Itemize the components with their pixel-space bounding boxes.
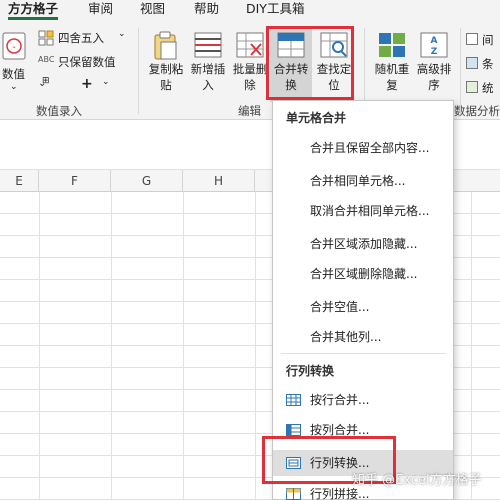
chevron-down-icon: ⌄ [10, 82, 18, 92]
menu-item-merge-by-row[interactable]: 按行合并... [273, 387, 453, 413]
random-repeat-icon [379, 33, 405, 57]
right-item-2[interactable]: 条 [466, 54, 500, 74]
column-header-h[interactable]: H [183, 170, 255, 192]
group-label-edit: 编辑 [238, 104, 261, 118]
keep-values-label: 只保留数值 [58, 55, 116, 69]
tab-help[interactable]: 帮助 [194, 0, 219, 20]
copy-paste-label-1: 复制粘 [148, 62, 184, 76]
right-item-1[interactable]: 间 [466, 30, 500, 50]
menu-item-merge-keep-all[interactable]: 合并且保留全部内容... [273, 135, 453, 161]
grid-icon [466, 57, 478, 69]
round-button[interactable]: 四舍五入 ⌄ [38, 28, 130, 48]
tab-diy-toolbox[interactable]: DIY工具箱 [246, 0, 304, 20]
row-col-join-icon [286, 488, 301, 500]
menu-item-label: 合并相同单元格... [310, 174, 406, 188]
random-repeat-label-2: 复 [386, 78, 398, 92]
menu-item-unmerge-same-cells[interactable]: 取消合并相同单元格... [273, 198, 453, 224]
copy-paste-label-2: 贴 [160, 78, 172, 92]
grid-icon [466, 81, 478, 93]
right-item-1-label: 间 [482, 33, 494, 47]
tab-fangfanggezi[interactable]: 方方格子 [8, 0, 59, 20]
keep-values-button[interactable]: ABC 只保留数值 [38, 52, 128, 72]
add-insert-label-1: 新增插 [190, 62, 226, 76]
advanced-sort-button[interactable]: A Z 高级排 序 [413, 28, 455, 102]
batch-delete-label-1: 批量删 [232, 62, 268, 76]
round-label: 四舍五入 [58, 31, 104, 45]
add-insert-button[interactable]: 新增插 入 [188, 28, 228, 102]
calc-icon: ⊞ [42, 76, 50, 86]
column-header-f[interactable]: F [39, 170, 111, 192]
chevron-down-icon: ⌄ [102, 77, 110, 87]
menu-item-merge-area-remove-hidden[interactable]: 合并区域删除隐藏... [273, 261, 453, 287]
highlight-box-ribbon [266, 26, 354, 100]
random-repeat-label-1: 随机重 [374, 62, 410, 76]
batch-delete-icon [236, 32, 264, 58]
grid-icon [466, 33, 478, 45]
menu-item-merge-area-add-hidden[interactable]: 合并区域添加隐藏... [273, 231, 453, 257]
menu-item-label: 合并区域删除隐藏... [310, 267, 418, 281]
abc-icon: ABC [38, 55, 55, 64]
menu-item-label: 取消合并相同单元格... [310, 204, 430, 218]
svg-text:A: A [431, 36, 438, 46]
column-header-g[interactable]: G [111, 170, 183, 192]
menu-item-label: 合并且保留全部内容... [310, 141, 430, 155]
tab-review[interactable]: 审阅 [88, 0, 113, 20]
plus-button[interactable]: ⌄ ⊞ + ⌄ [38, 76, 128, 96]
menu-tab-bar: 方方格子 审阅 视图 帮助 DIY工具箱 [0, 0, 500, 20]
right-item-2-label: 条 [482, 57, 494, 71]
menu-item-merge-other-columns[interactable]: 合并其他列... [273, 324, 453, 350]
chevron-down-icon: ⌄ [118, 29, 126, 39]
right-item-3[interactable]: 统 [466, 78, 500, 98]
copy-paste-button[interactable]: 复制粘 贴 [146, 28, 186, 102]
watermark-text: 知乎 @Excel方方格子 [352, 473, 482, 488]
batch-delete-label-2: 除 [244, 78, 256, 92]
menu-item-label: 合并区域添加隐藏... [310, 237, 418, 251]
batch-delete-button[interactable]: 批量删 除 [230, 28, 270, 102]
numeric-icon: - [2, 32, 26, 60]
round-icon [38, 30, 54, 46]
plus-label: + [81, 76, 93, 92]
sort-az-icon: A Z [420, 32, 448, 58]
random-repeat-button[interactable]: 随机重 复 [372, 28, 412, 102]
svg-text:-: - [12, 42, 16, 53]
advanced-sort-label-2: 序 [428, 78, 440, 92]
menu-item-merge-same-cells[interactable]: 合并相同单元格... [273, 168, 453, 194]
menu-item-merge-empty-values[interactable]: 合并空值... [273, 294, 453, 320]
add-insert-label-2: 入 [202, 78, 214, 92]
svg-text:Z: Z [431, 47, 438, 57]
menu-separator [281, 353, 446, 354]
ribbon-separator [138, 28, 139, 114]
row-merge-icon [286, 394, 301, 406]
ribbon-separator [460, 28, 461, 114]
section-header-row-col-convert: 行列转换 [286, 364, 335, 378]
menu-item-label: 按行合并... [310, 393, 370, 407]
column-header-e[interactable]: E [0, 170, 39, 192]
group-label-numeric-input: 数值录入 [36, 104, 82, 118]
section-header-cell-merge: 单元格合并 [286, 111, 347, 125]
insert-rows-icon [194, 32, 222, 58]
menu-item-label: 合并其他列... [310, 330, 382, 344]
advanced-sort-label-1: 高级排 [416, 62, 452, 76]
menu-item-label: 合并空值... [310, 300, 370, 314]
tab-view[interactable]: 视图 [140, 0, 165, 20]
numeric-label: 数值 [2, 67, 25, 81]
numeric-button[interactable]: - 数值 ⌄ [0, 28, 32, 102]
column-merge-icon [286, 424, 301, 436]
clipboard-icon [154, 31, 177, 60]
right-item-3-label: 统 [482, 81, 494, 95]
